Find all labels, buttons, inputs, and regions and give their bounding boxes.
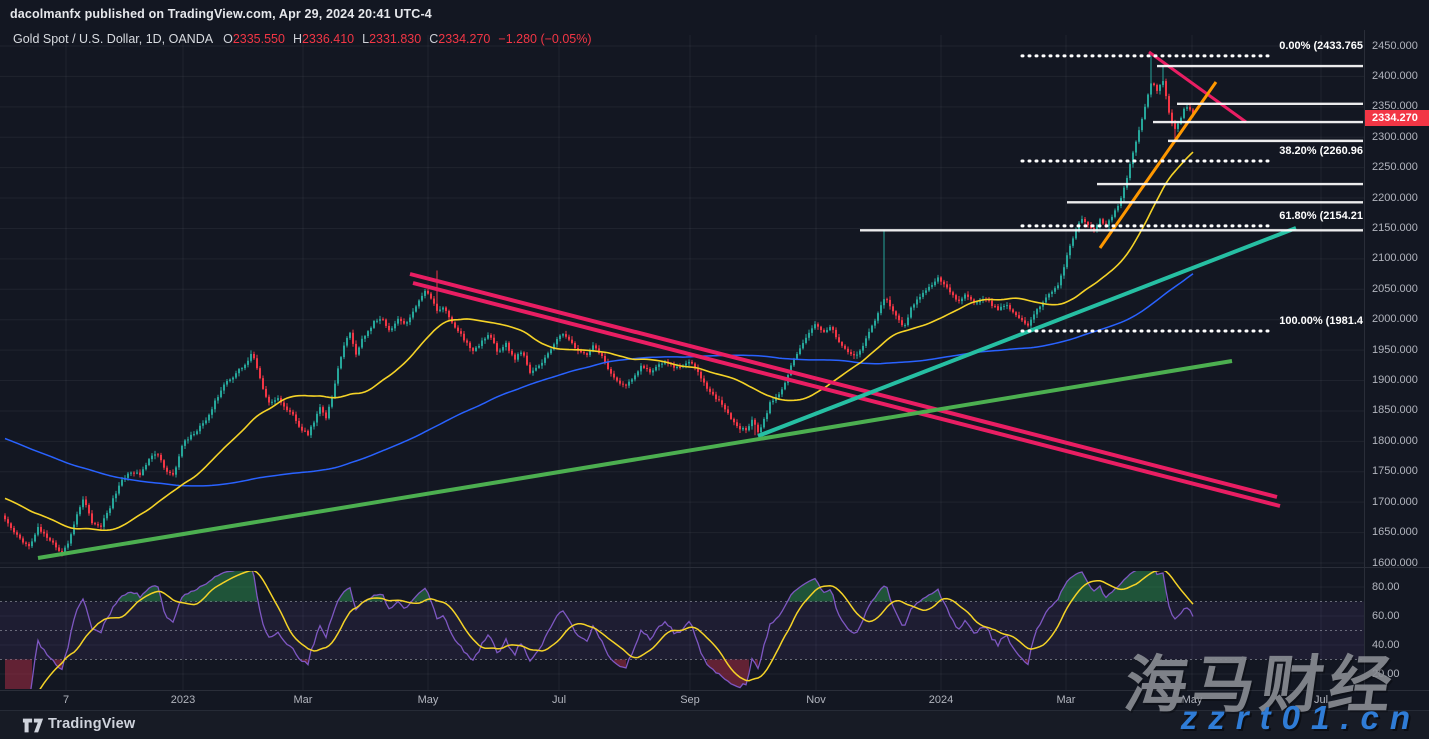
time-axis-label[interactable]: May xyxy=(418,694,439,707)
price-axis-tick[interactable]: 2300.000 xyxy=(1372,131,1418,144)
ohlc-item: C2334.270 xyxy=(429,32,490,46)
fib-level-label: 100.00% (1981.4 xyxy=(1279,315,1363,327)
fib-level-label: 61.80% (2154.21 xyxy=(1279,210,1363,222)
time-axis-label[interactable]: Sep xyxy=(680,694,700,707)
long-term-uptrend-line[interactable] xyxy=(38,361,1232,558)
rsi-overbought-fill xyxy=(920,589,941,601)
price-axis-tick[interactable]: 1700.000 xyxy=(1372,496,1418,509)
time-axis-label[interactable]: Jul xyxy=(552,694,566,707)
price-axis-tick[interactable]: 2200.000 xyxy=(1372,192,1418,205)
ohlc-values: O2335.550 H2336.410 L2331.830 C2334.270 xyxy=(223,32,498,46)
price-axis-tick[interactable]: 2100.000 xyxy=(1372,252,1418,265)
price-axis-tick[interactable]: 2400.000 xyxy=(1372,70,1418,83)
rsi-overbought-fill xyxy=(119,586,161,602)
price-axis-tick[interactable]: 2450.000 xyxy=(1372,40,1418,53)
tradingview-chart-page: dacolmanfx published on TradingView.com,… xyxy=(0,0,1429,739)
last-price-badge: 2334.270 xyxy=(1365,110,1429,126)
symbol-title[interactable]: Gold Spot / U.S. Dollar, 1D, OANDA xyxy=(13,32,213,46)
breakdown-trendline[interactable] xyxy=(1149,52,1246,122)
chart-canvas[interactable] xyxy=(0,0,1429,739)
descending-channel-lower[interactable] xyxy=(413,283,1280,506)
price-axis-tick[interactable]: 1750.000 xyxy=(1372,465,1418,478)
price-pane[interactable] xyxy=(4,52,1363,558)
rsi-overbought-fill xyxy=(788,579,833,602)
time-axis-label[interactable]: 2023 xyxy=(171,694,195,707)
rsi-oversold-fill xyxy=(5,660,32,704)
price-axis-tick[interactable]: 1850.000 xyxy=(1372,404,1418,417)
time-axis-label[interactable]: Nov xyxy=(806,694,826,707)
ohlc-item: L2331.830 xyxy=(362,32,421,46)
price-axis-tick[interactable]: 1600.000 xyxy=(1372,557,1418,570)
price-axis-tick[interactable]: 2250.000 xyxy=(1372,161,1418,174)
ohlc-item: H2336.410 xyxy=(293,32,354,46)
time-axis-label[interactable]: 7 xyxy=(63,694,69,707)
symbol-legend: Gold Spot / U.S. Dollar, 1D, OANDA O2335.… xyxy=(13,32,592,46)
tradingview-wordmark[interactable]: TradingView xyxy=(48,716,135,732)
rsi-axis-tick[interactable]: 60.00 xyxy=(1372,610,1400,623)
change-value: −1.280 (−0.05%) xyxy=(498,32,591,46)
fib-level-label: 0.00% (2433.765 xyxy=(1279,40,1363,52)
time-axis-label[interactable]: Mar xyxy=(1057,694,1076,707)
price-axis-tick[interactable]: 2000.000 xyxy=(1372,313,1418,326)
ohlc-item: O2335.550 xyxy=(223,32,285,46)
time-axis-label[interactable]: 2024 xyxy=(929,694,953,707)
price-axis-tick[interactable]: 1900.000 xyxy=(1372,374,1418,387)
price-axis-tick[interactable]: 2150.000 xyxy=(1372,222,1418,235)
price-axis-tick[interactable]: 1800.000 xyxy=(1372,435,1418,448)
time-axis-label[interactable]: Mar xyxy=(294,694,313,707)
tradingview-logo-icon[interactable] xyxy=(22,717,44,734)
watermark-url: zzrt01.cn xyxy=(1181,699,1421,737)
price-axis-tick[interactable]: 1650.000 xyxy=(1372,526,1418,539)
price-axis-tick[interactable]: 1950.000 xyxy=(1372,344,1418,357)
rsi-axis-tick[interactable]: 80.00 xyxy=(1372,581,1400,594)
price-axis-tick[interactable]: 2050.000 xyxy=(1372,283,1418,296)
fib-level-label: 38.20% (2260.96 xyxy=(1279,145,1363,157)
